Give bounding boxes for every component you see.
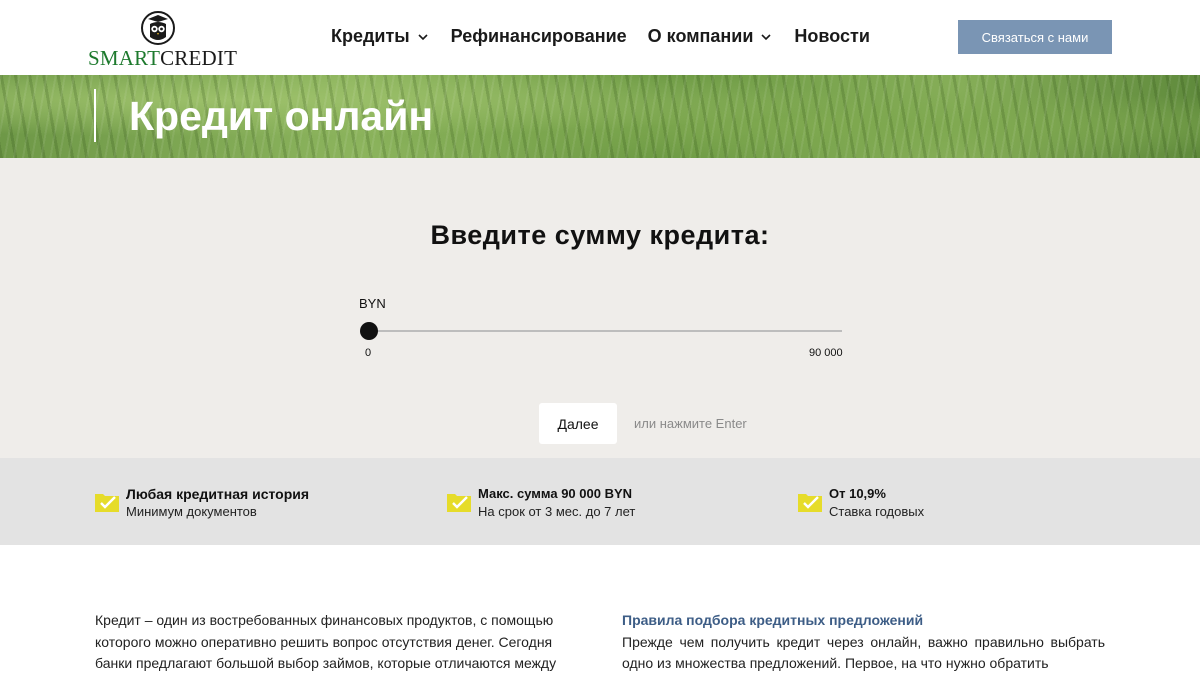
check-folder-icon (95, 494, 119, 512)
feature-title: Макс. сумма 90 000 BYN (478, 486, 633, 501)
feature-subtitle: Минимум документов (126, 504, 257, 519)
page-title: Кредит онлайн (129, 93, 434, 139)
loan-calculator: Введите сумму кредита: BYN 0 90 000 Дале… (0, 158, 1200, 458)
nav-item-label: Новости (794, 26, 870, 46)
article-left-column: Кредит – один из востребованных финансов… (95, 612, 557, 671)
site-header: SMARTCREDIT Кредиты Рефинансирование О к… (0, 0, 1200, 75)
nav-item-label: Рефинансирование (450, 26, 627, 46)
check-folder-icon (798, 494, 822, 512)
article-heading-link[interactable]: Правила подбора кредитных предложений (622, 610, 1105, 632)
logo[interactable]: SMARTCREDIT (88, 8, 238, 70)
hero-banner: Кредит онлайн (0, 75, 1200, 158)
chevron-down-icon (761, 33, 771, 40)
article-right-column: Правила подбора кредитных предложений Пр… (622, 610, 1105, 675)
contact-us-button[interactable]: Связаться с нами (958, 20, 1112, 54)
currency-label: BYN (359, 296, 386, 311)
features-strip: Любая кредитная история Минимум документ… (0, 458, 1200, 545)
feature-title: Любая кредитная история (126, 486, 310, 502)
article-right-text: Прежде чем получить кредит через онлайн,… (622, 633, 1105, 672)
feature-subtitle: Ставка годовых (829, 504, 925, 519)
nav-item-news[interactable]: Новости (794, 26, 869, 47)
nav-item-refinancing[interactable]: Рефинансирование (451, 26, 627, 47)
check-folder-icon (447, 494, 471, 512)
logo-text-smart: SMART (88, 46, 161, 70)
nav-item-label: Кредиты (331, 26, 410, 46)
nav-item-about[interactable]: О компании (648, 26, 774, 47)
logo-text: SMARTCREDIT (88, 46, 237, 71)
slider-max-label: 90 000 (809, 347, 843, 359)
nav-item-label: О компании (647, 26, 754, 46)
feature-subtitle: На срок от 3 мес. до 7 лет (478, 504, 636, 519)
amount-slider-track[interactable] (369, 330, 842, 332)
hero-accent-bar (94, 89, 96, 142)
amount-slider-handle[interactable] (360, 322, 378, 340)
next-button[interactable]: Далее (539, 403, 617, 444)
chevron-down-icon (418, 33, 428, 40)
main-nav: Кредиты Рефинансирование О компании Ново… (331, 26, 891, 47)
feature-title: От 10,9% (829, 486, 886, 501)
enter-hint: или нажмите Enter (634, 416, 747, 431)
owl-logo-icon (141, 11, 175, 45)
calculator-heading: Введите сумму кредита: (430, 220, 770, 250)
nav-item-credits[interactable]: Кредиты (331, 26, 430, 47)
logo-text-credit: CREDIT (160, 46, 238, 70)
slider-min-label: 0 (365, 347, 372, 359)
